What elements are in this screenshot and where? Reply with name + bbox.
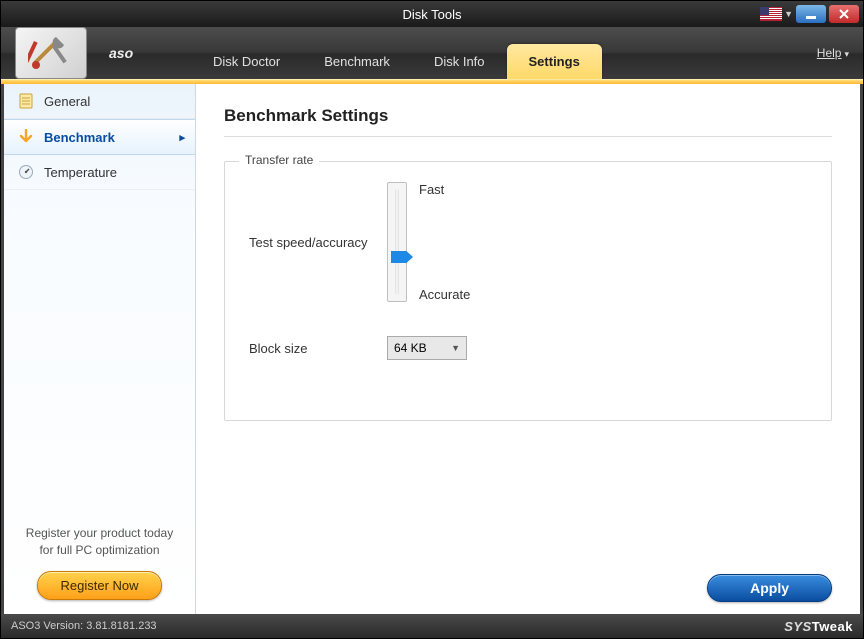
window-title: Disk Tools xyxy=(402,7,461,22)
tools-icon xyxy=(28,33,74,73)
document-icon xyxy=(18,93,34,109)
version-text: ASO3 Version: 3.81.8181.233 xyxy=(11,620,157,632)
help-label: Help xyxy=(817,46,842,60)
app-window: Disk Tools ▼ aso xyxy=(0,0,864,639)
divider xyxy=(224,136,832,137)
status-bar: ASO3 Version: 3.81.8181.233 SYSTweak xyxy=(1,614,863,638)
test-speed-label: Test speed/accuracy xyxy=(249,235,387,250)
flag-us-icon xyxy=(760,7,782,21)
tab-disk-doctor[interactable]: Disk Doctor xyxy=(191,44,302,79)
body: General Benchmark Temperature Register y… xyxy=(1,84,863,614)
tab-benchmark[interactable]: Benchmark xyxy=(302,44,412,79)
close-button[interactable] xyxy=(829,5,859,23)
sidebar-item-label: General xyxy=(44,94,90,109)
slider-label-top: Fast xyxy=(419,182,470,197)
sidebar-item-benchmark[interactable]: Benchmark xyxy=(4,119,195,155)
sidebar-cta: Register your product today for full PC … xyxy=(4,511,195,614)
main-panel: Benchmark Settings Transfer rate Test sp… xyxy=(196,84,860,614)
transfer-rate-group: Transfer rate Test speed/accuracy Fast A… xyxy=(224,161,832,421)
chevron-down-icon: ▼ xyxy=(784,9,793,19)
group-title: Transfer rate xyxy=(239,153,319,167)
slider-track[interactable] xyxy=(387,182,407,302)
tab-settings[interactable]: Settings xyxy=(507,44,602,79)
chevron-down-icon: ▼ xyxy=(451,343,460,353)
speed-slider[interactable]: Fast Accurate xyxy=(387,182,470,302)
slider-labels: Fast Accurate xyxy=(419,182,470,302)
cta-text: Register your product today for full PC … xyxy=(18,525,181,559)
test-speed-row: Test speed/accuracy Fast Accurate xyxy=(249,182,807,302)
tab-disk-info[interactable]: Disk Info xyxy=(412,44,507,79)
sidebar-item-temperature[interactable]: Temperature xyxy=(4,155,195,190)
slider-groove xyxy=(395,189,399,295)
slider-label-bottom: Accurate xyxy=(419,287,470,302)
minimize-button[interactable] xyxy=(796,5,826,23)
gauge-icon xyxy=(18,164,34,180)
page-title: Benchmark Settings xyxy=(224,106,832,126)
language-selector[interactable]: ▼ xyxy=(760,7,793,21)
block-size-select[interactable]: 64 KB ▼ xyxy=(387,336,467,360)
register-now-button[interactable]: Register Now xyxy=(37,571,161,600)
brand-text: aso xyxy=(109,45,133,61)
sidebar-item-general[interactable]: General xyxy=(4,84,195,119)
close-icon xyxy=(839,9,849,19)
sidebar-item-label: Benchmark xyxy=(44,130,115,145)
tabs: Disk Doctor Benchmark Disk Info Settings xyxy=(191,44,602,79)
titlebar-controls: ▼ xyxy=(760,5,863,23)
arrow-down-icon xyxy=(18,129,34,145)
chevron-down-icon: ▾ xyxy=(844,49,849,60)
block-size-label: Block size xyxy=(249,341,387,356)
slider-thumb[interactable] xyxy=(391,251,413,263)
header: aso Disk Doctor Benchmark Disk Info Sett… xyxy=(1,27,863,79)
sidebar-item-label: Temperature xyxy=(44,165,117,180)
block-size-value: 64 KB xyxy=(394,341,427,355)
logo-area xyxy=(1,27,101,79)
company-logo: SYSTweak xyxy=(784,619,853,634)
help-link[interactable]: Help▾ xyxy=(817,46,849,60)
sidebar: General Benchmark Temperature Register y… xyxy=(4,84,196,614)
apply-button[interactable]: Apply xyxy=(707,574,832,602)
app-logo xyxy=(15,27,87,79)
block-size-row: Block size 64 KB ▼ xyxy=(249,336,807,360)
title-bar: Disk Tools ▼ xyxy=(1,1,863,27)
